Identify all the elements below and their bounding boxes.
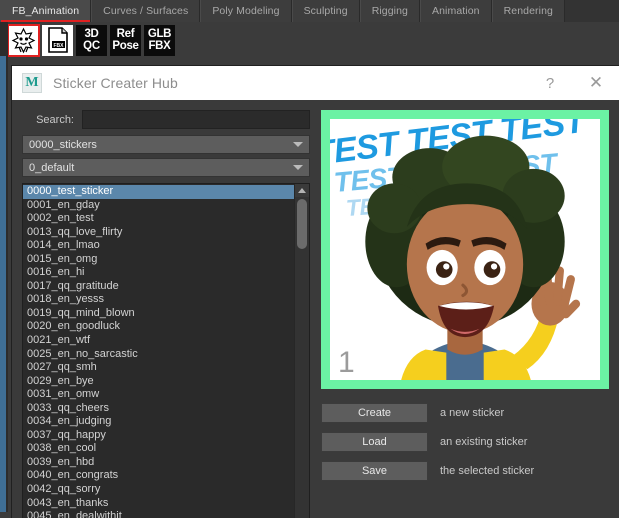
list-item[interactable]: 0038_en_cool — [23, 442, 294, 456]
variant-dropdown[interactable]: 0_default — [22, 158, 310, 177]
search-input[interactable] — [82, 110, 310, 129]
load-description: an existing sticker — [440, 436, 528, 448]
list-item[interactable]: 0013_qq_love_flirty — [23, 226, 294, 240]
dialog-title: Sticker Creater Hub — [53, 75, 178, 91]
left-rail-accent — [0, 56, 6, 518]
shelf-tab-curves-surfaces[interactable]: Curves / Surfaces — [91, 0, 201, 22]
preview-panel: TEST TEST TEST TEST TEST TEST TEST TEST … — [321, 110, 609, 518]
shelf-tab-rendering[interactable]: Rendering — [491, 0, 565, 22]
chevron-down-icon — [287, 159, 309, 176]
shelf-icon-row: FBX 3D QC Ref Pose GLB FBX — [0, 22, 619, 58]
save-button[interactable]: Save — [321, 461, 428, 481]
load-button[interactable]: Load — [321, 432, 428, 452]
list-item[interactable]: 0034_en_judging — [23, 415, 294, 429]
list-item[interactable]: 0001_en_gday — [23, 199, 294, 213]
search-row: Search: — [22, 110, 310, 129]
chevron-down-icon — [287, 136, 309, 153]
list-item[interactable]: 0045_en_dealwithit — [23, 510, 294, 518]
list-item[interactable]: 0018_en_yesss — [23, 293, 294, 307]
mascot-character-icon[interactable] — [7, 23, 40, 57]
fbx-file-icon[interactable]: FBX — [42, 24, 73, 56]
list-item[interactable]: 0014_en_lmao — [23, 239, 294, 253]
list-item[interactable]: 0043_en_thanks — [23, 497, 294, 511]
category-dropdown[interactable]: 0000_stickers — [22, 135, 310, 154]
help-icon[interactable]: ? — [527, 66, 573, 100]
glb-fbx-button[interactable]: GLB FBX — [144, 24, 175, 56]
maya-logo-icon: M — [22, 73, 42, 93]
dialog-titlebar-controls: ? ✕ — [527, 66, 619, 100]
action-row: Create a new sticker — [321, 403, 609, 423]
dialog-titlebar[interactable]: M Sticker Creater Hub ? ✕ — [12, 66, 619, 100]
list-item[interactable]: 0029_en_bye — [23, 375, 294, 389]
scrollbar-track[interactable] — [295, 197, 309, 518]
save-description: the selected sticker — [440, 465, 535, 477]
fbx-file-glyph: FBX — [47, 27, 68, 53]
scrollbar-thumb[interactable] — [297, 199, 307, 249]
close-icon[interactable]: ✕ — [573, 66, 619, 100]
sticker-character-illustration — [365, 135, 581, 380]
shelf-tab-poly-modeling[interactable]: Poly Modeling — [200, 0, 292, 22]
ref-pose-button-line2: Pose — [112, 40, 139, 52]
maya-logo-glyph: M — [25, 75, 39, 90]
shelf-tab-rigging[interactable]: Rigging — [359, 0, 420, 22]
list-item[interactable]: 0015_en_omg — [23, 253, 294, 267]
list-item[interactable]: 0020_en_goodluck — [23, 320, 294, 334]
browser-panel: Search: 0000_stickers 0_default 0000_tes… — [22, 110, 310, 518]
list-item[interactable]: 0025_en_no_sarcastic — [23, 348, 294, 362]
3d-qc-button-line1: 3D — [84, 28, 99, 40]
list-item[interactable]: 0042_qq_sorry — [23, 483, 294, 497]
category-dropdown-value: 0000_stickers — [29, 138, 97, 151]
shelf-tab-fb-animation[interactable]: FB_Animation — [0, 0, 92, 23]
list-item[interactable]: 0017_qq_gratitude — [23, 280, 294, 294]
glb-fbx-button-line2: FBX — [148, 40, 171, 52]
svg-text:FBX: FBX — [53, 43, 64, 49]
action-buttons: Create a new sticker Load an existing stick… — [321, 403, 609, 481]
list-item[interactable]: 0021_en_wtf — [23, 334, 294, 348]
list-item[interactable]: 0027_qq_smh — [23, 361, 294, 375]
action-row: Load an existing sticker — [321, 432, 609, 452]
sticker-preview-canvas: TEST TEST TEST TEST TEST TEST TEST TEST … — [330, 119, 600, 380]
list-item[interactable]: 0000_test_sticker — [23, 185, 294, 199]
list-scrollbar[interactable] — [294, 184, 309, 518]
shelf-tab-animation[interactable]: Animation — [420, 0, 492, 22]
action-row: Save the selected sticker — [321, 461, 609, 481]
scroll-up-icon[interactable] — [295, 184, 309, 197]
list-item[interactable]: 0016_en_hi — [23, 266, 294, 280]
shelf-tab-sculpting[interactable]: Sculpting — [291, 0, 360, 22]
list-item[interactable]: 0039_en_hbd — [23, 456, 294, 470]
variant-dropdown-value: 0_default — [29, 161, 75, 174]
list-item[interactable]: 0031_en_omw — [23, 388, 294, 402]
ref-pose-button[interactable]: Ref Pose — [110, 24, 141, 56]
preview-index-label: 1 — [338, 346, 355, 379]
host-application: FB_Animation Curves / Surfaces Poly Modeli… — [0, 0, 619, 518]
sticker-list-container: 0000_test_sticker 0001_en_gday 0002_en_tes… — [22, 183, 310, 518]
sticker-list[interactable]: 0000_test_sticker 0001_en_gday 0002_en_tes… — [23, 184, 294, 518]
3d-qc-button-line2: QC — [83, 40, 100, 52]
mascot-glyph — [11, 27, 36, 53]
sticker-preview-frame: TEST TEST TEST TEST TEST TEST TEST TEST … — [321, 110, 609, 389]
dialog-body: Search: 0000_stickers 0_default 0000_tes… — [12, 100, 619, 518]
create-button[interactable]: Create — [321, 403, 428, 423]
glb-fbx-button-line1: GLB — [147, 28, 172, 40]
list-item[interactable]: 0040_en_congrats — [23, 469, 294, 483]
list-item[interactable]: 0019_qq_mind_blown — [23, 307, 294, 321]
list-item[interactable]: 0037_qq_happy — [23, 429, 294, 443]
list-item[interactable]: 0002_en_test — [23, 212, 294, 226]
3d-qc-button[interactable]: 3D QC — [76, 24, 107, 56]
shelf-tab-bar: FB_Animation Curves / Surfaces Poly Modeli… — [0, 0, 619, 23]
search-label: Search: — [36, 113, 74, 126]
ref-pose-button-line1: Ref — [116, 28, 135, 40]
sticker-creater-hub-dialog: M Sticker Creater Hub ? ✕ Search: 0000_s… — [12, 66, 619, 518]
create-description: a new sticker — [440, 407, 505, 419]
list-item[interactable]: 0033_qq_cheers — [23, 402, 294, 416]
